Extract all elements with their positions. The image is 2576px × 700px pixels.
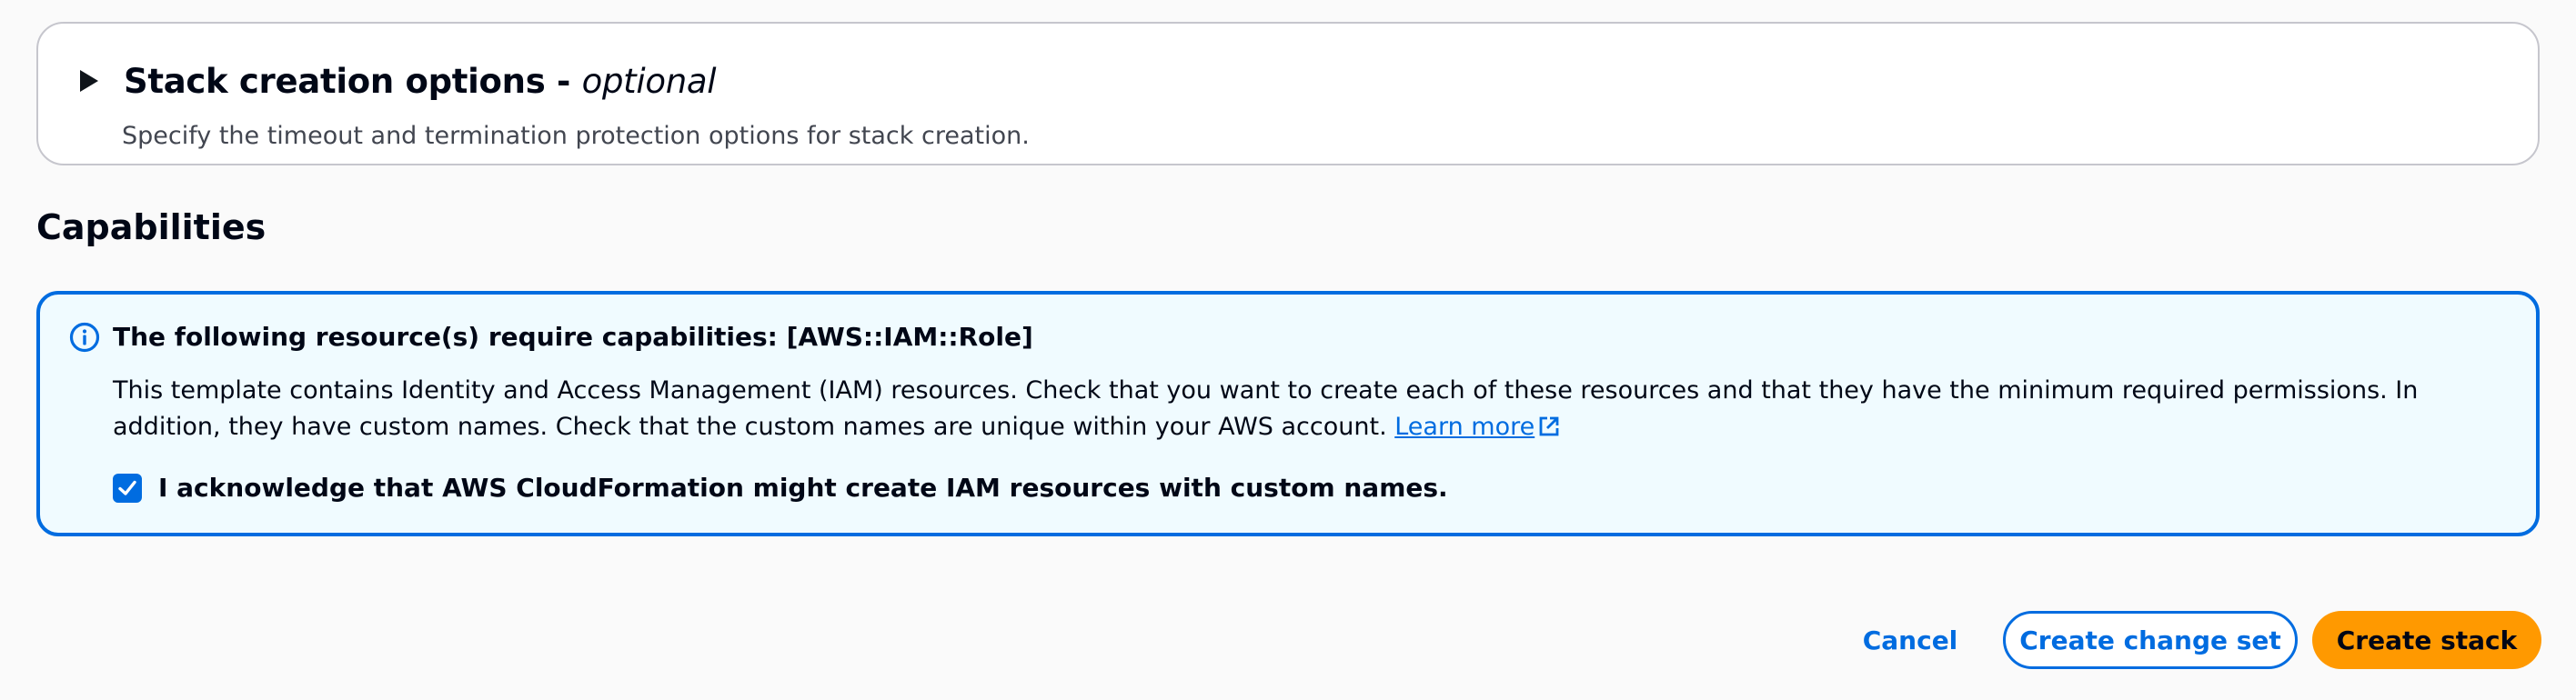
create-stack-button[interactable]: Create stack (2312, 611, 2541, 669)
cancel-button[interactable]: Cancel (1856, 611, 1965, 669)
checkmark-icon (118, 480, 136, 495)
capabilities-heading: Capabilities (36, 207, 267, 247)
caret-right-icon (80, 70, 98, 92)
create-change-set-button[interactable]: Create change set (2003, 611, 2298, 669)
stack-creation-options-description: Specify the timeout and termination prot… (122, 122, 1030, 150)
stack-creation-options-title: Stack creation options - optional (124, 61, 717, 101)
capabilities-info-alert: The following resource(s) require capabi… (36, 291, 2540, 536)
alert-body: This template contains Identity and Acce… (113, 376, 2419, 441)
external-link-icon (1539, 416, 1559, 436)
acknowledge-checkbox[interactable] (113, 473, 142, 503)
stack-creation-options-section: Stack creation options - optional Specif… (36, 22, 2540, 165)
stack-creation-options-toggle[interactable]: Stack creation options - optional (80, 58, 717, 104)
acknowledge-row: I acknowledge that AWS CloudFormation mi… (113, 473, 1448, 503)
alert-header: The following resource(s) require capabi… (113, 322, 1033, 352)
info-icon (69, 322, 100, 353)
learn-more-link[interactable]: Learn more (1394, 413, 1560, 441)
acknowledge-label[interactable]: I acknowledge that AWS CloudFormation mi… (158, 473, 1448, 503)
